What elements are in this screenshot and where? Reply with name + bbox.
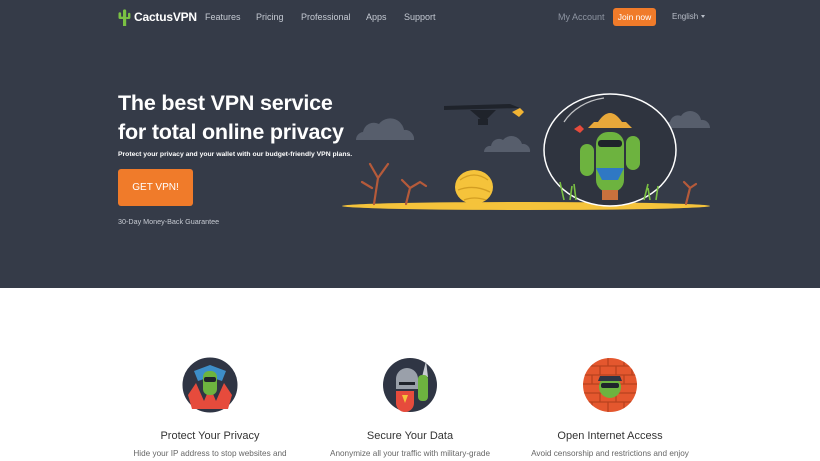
get-vpn-button[interactable]: GET VPN! [118,169,193,206]
nav-link-apps[interactable]: Apps [366,12,387,22]
logo-word-cactus: Cactus [134,10,173,24]
nav-link-support[interactable]: Support [404,12,436,22]
sand-ground [342,202,710,210]
feature-open-internet: Open Internet Access Avoid censorship an… [520,357,700,458]
feature-title: Open Internet Access [557,430,663,442]
cactus-logo-icon [118,9,131,26]
nav-link-features[interactable]: Features [205,12,241,22]
desert-cactus-illustration [342,93,711,210]
knight-cactus-icon [383,358,437,412]
hero-subtitle: Protect your privacy and your wallet wit… [118,151,353,158]
top-navigation: CactusVPN Features Pricing Professional … [0,0,820,34]
join-now-button[interactable]: Join now [613,8,656,26]
logo-word-vpn: VPN [172,10,197,24]
language-label: English [672,12,699,21]
brick-wall-icon [583,358,637,412]
my-account-link[interactable]: My Account [558,12,605,22]
feature-title: Protect Your Privacy [160,430,260,442]
feature-description: Avoid censorship and restrictions and en… [531,449,689,458]
logo-text: CactusVPN [134,10,197,24]
feature-protect-privacy: Protect Your Privacy Hide your IP addres… [120,357,300,458]
caret-down-icon [701,15,706,18]
feature-secure-data: Secure Your Data Anonymize all your traf… [320,357,500,458]
privacy-cactus-icon [182,357,238,413]
feature-title: Secure Your Data [366,430,454,442]
language-selector[interactable]: English [672,12,706,21]
logo[interactable]: CactusVPN [117,6,197,28]
nav-link-pricing[interactable]: Pricing [256,12,284,22]
drone-icon [444,104,524,125]
hero-section: CactusVPN Features Pricing Professional … [0,0,820,288]
nav-link-professional[interactable]: Professional [301,12,351,22]
feature-description: Anonymize all your traffic with military… [329,449,491,458]
money-back-guarantee: 30-Day Money-Back Guarantee [118,217,220,226]
feature-description: Hide your IP address to stop websites an… [133,449,287,458]
